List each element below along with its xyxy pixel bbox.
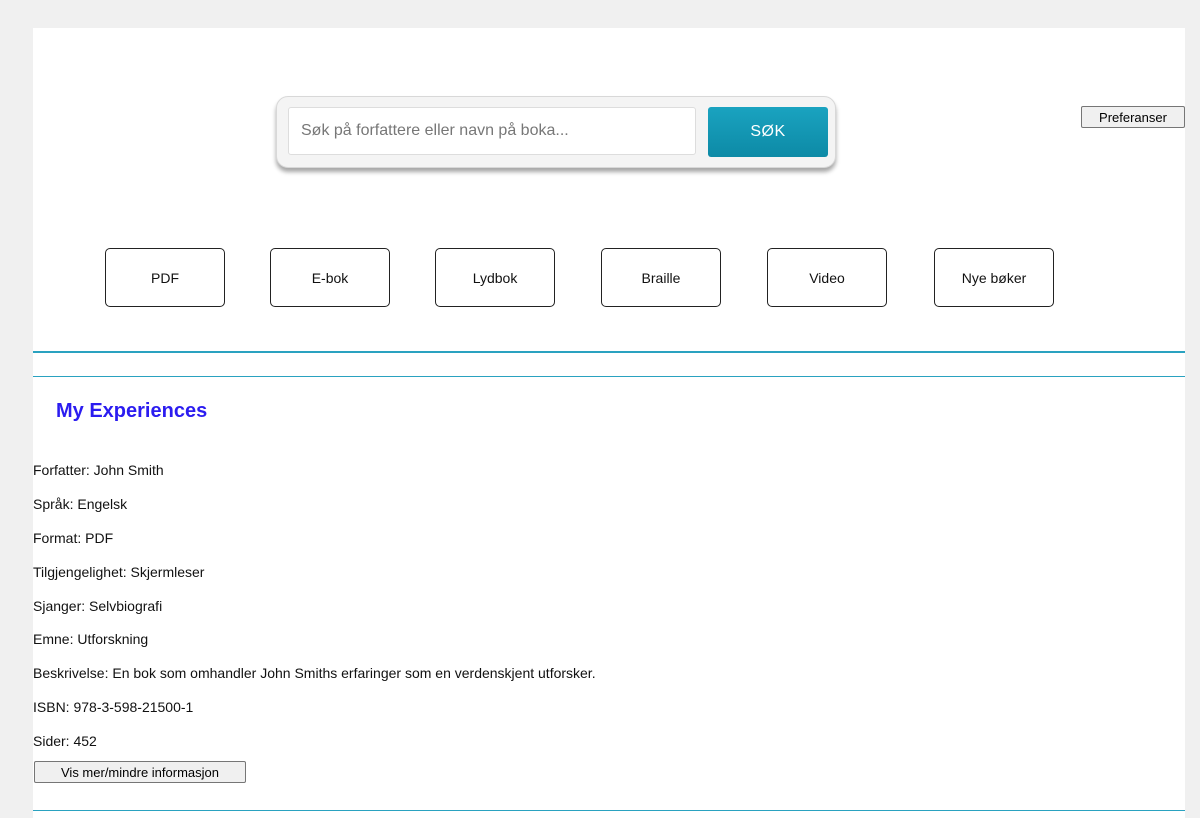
search-button[interactable]: SØK [708, 107, 828, 157]
divider-top [33, 351, 1185, 353]
info-pages: Sider: 452 [33, 733, 97, 749]
format-button-ebook[interactable]: E-bok [270, 248, 390, 307]
info-format: Format: PDF [33, 530, 114, 546]
toggle-info-button[interactable]: Vis mer/mindre informasjon [34, 761, 246, 783]
section-title: My Experiences [56, 400, 208, 422]
format-button-video[interactable]: Video [767, 248, 887, 307]
format-button-new-books[interactable]: Nye bøker [934, 248, 1054, 307]
divider-bottom [33, 810, 1185, 811]
info-language: Språk: Engelsk [33, 496, 128, 512]
preferences-button[interactable]: Preferanser [1081, 106, 1185, 128]
page-content: SØK Preferanser PDF E-bok Lydbok Braille… [33, 28, 1185, 818]
info-isbn: ISBN: 978-3-598-21500-1 [33, 699, 194, 715]
format-button-audiobook[interactable]: Lydbok [435, 248, 555, 307]
info-accessibility: Tilgjengelighet: Skjermleser [33, 564, 205, 580]
info-subject: Emne: Utforskning [33, 631, 149, 647]
format-button-braille[interactable]: Braille [601, 248, 721, 307]
search-input[interactable] [288, 107, 696, 155]
format-button-pdf[interactable]: PDF [105, 248, 225, 307]
info-genre: Sjanger: Selvbiografi [33, 598, 163, 614]
search-box: SØK [276, 96, 836, 168]
divider-section [33, 376, 1185, 377]
info-description: Beskrivelse: En bok som omhandler John S… [33, 665, 596, 681]
info-author: Forfatter: John Smith [33, 462, 164, 478]
